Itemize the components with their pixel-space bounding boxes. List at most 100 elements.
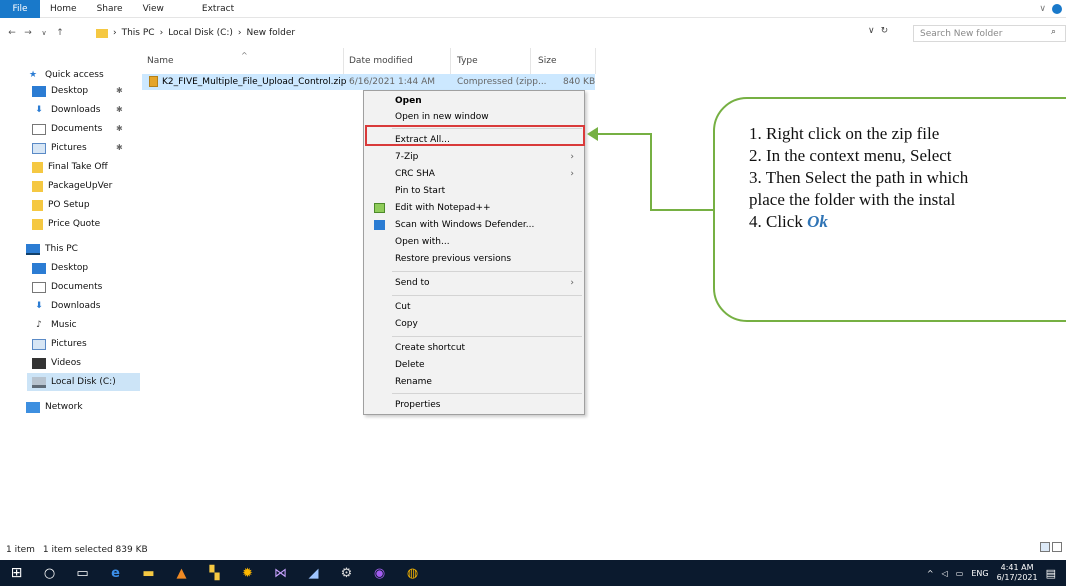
ribbon: File Home Share View Extract ∨ bbox=[0, 0, 1066, 18]
sidebar-item-network[interactable]: Network bbox=[26, 398, 83, 416]
menu-item-pin-start[interactable]: Pin to Start bbox=[364, 182, 584, 200]
language-indicator[interactable]: ENG bbox=[971, 569, 988, 578]
breadcrumb[interactable]: › This PC › Local Disk (C:) › New folder bbox=[92, 24, 900, 42]
menu-item-send-to[interactable]: Send to › bbox=[364, 274, 584, 292]
address-bar-row: ← → ∨ ↑ › This PC › Local Disk (C:) › Ne… bbox=[0, 24, 1066, 42]
menu-item-open-new-window[interactable]: Open in new window bbox=[364, 108, 584, 126]
breadcrumb-this-pc[interactable]: This PC bbox=[122, 28, 155, 38]
notifications-icon[interactable]: ▤ bbox=[1046, 567, 1056, 580]
sidebar-item-final-take-off[interactable]: Final Take Off bbox=[32, 158, 108, 176]
sidebar-item-pc-downloads[interactable]: ⬇ Downloads bbox=[32, 297, 100, 315]
sidebar-item-label: Final Take Off bbox=[48, 162, 108, 172]
pin-icon[interactable]: ✱ bbox=[116, 143, 123, 152]
address-dropdown-icon[interactable]: ∨ bbox=[868, 26, 875, 36]
tab-home[interactable]: Home bbox=[40, 4, 87, 14]
sidebar-item-pc-desktop[interactable]: Desktop bbox=[32, 259, 88, 277]
menu-item-restore-versions[interactable]: Restore previous versions bbox=[364, 250, 584, 268]
col-name[interactable]: Name bbox=[147, 56, 174, 72]
chevron-up-icon[interactable]: ^ bbox=[927, 569, 934, 578]
large-icons-view-icon[interactable] bbox=[1052, 542, 1062, 552]
menu-item-properties[interactable]: Properties bbox=[364, 396, 584, 414]
windows-start-icon[interactable]: ⊞ bbox=[0, 560, 33, 586]
network-tray-icon[interactable]: ▭ bbox=[956, 569, 964, 578]
column-divider[interactable] bbox=[450, 48, 451, 74]
sidebar-item-price-quote[interactable]: Price Quote bbox=[32, 215, 100, 233]
column-divider[interactable] bbox=[530, 48, 531, 74]
sidebar-item-local-disk[interactable]: Local Disk (C:) bbox=[27, 373, 140, 391]
sidebar-item-pc-pictures[interactable]: Pictures bbox=[32, 335, 87, 353]
forward-icon[interactable]: → bbox=[20, 28, 36, 38]
sidebar-item-pictures[interactable]: Pictures bbox=[32, 139, 87, 157]
annotation-line bbox=[597, 133, 651, 135]
sidebar-item-downloads[interactable]: ⬇ Downloads bbox=[32, 101, 100, 119]
breadcrumb-new-folder[interactable]: New folder bbox=[247, 28, 296, 38]
menu-item-edit-notepad[interactable]: Edit with Notepad++ bbox=[364, 199, 584, 217]
pin-icon[interactable]: ✱ bbox=[116, 124, 123, 133]
menu-item-crc-sha[interactable]: CRC SHA › bbox=[364, 165, 584, 183]
menu-item-cut[interactable]: Cut bbox=[364, 298, 584, 316]
callout-line-5: 4. Click Ok bbox=[749, 211, 1066, 233]
sidebar-item-label: Videos bbox=[51, 358, 81, 368]
sidebar-item-label: Network bbox=[45, 402, 83, 412]
file-tab[interactable]: File bbox=[0, 0, 40, 18]
paint-icon[interactable]: ▚ bbox=[198, 560, 231, 586]
file-explorer-icon[interactable]: ▬ bbox=[132, 560, 165, 586]
tab-view[interactable]: View bbox=[133, 4, 174, 14]
menu-separator bbox=[392, 393, 582, 394]
menu-item-copy[interactable]: Copy bbox=[364, 315, 584, 333]
breadcrumb-local-disk[interactable]: Local Disk (C:) bbox=[168, 28, 233, 38]
snipping-icon[interactable]: ◢ bbox=[297, 560, 330, 586]
chevron-down-icon[interactable]: ∨ bbox=[1039, 4, 1046, 14]
menu-item-scan-defender[interactable]: Scan with Windows Defender... bbox=[364, 216, 584, 234]
menu-item-create-shortcut[interactable]: Create shortcut bbox=[364, 339, 584, 357]
sidebar-item-documents[interactable]: Documents bbox=[32, 120, 102, 138]
details-view-icon[interactable] bbox=[1040, 542, 1050, 552]
help-icon[interactable] bbox=[1052, 4, 1062, 14]
col-type[interactable]: Type bbox=[457, 56, 478, 72]
menu-item-7zip[interactable]: 7-Zip › bbox=[364, 148, 584, 166]
sidebar-item-desktop[interactable]: Desktop bbox=[32, 82, 88, 100]
up-icon[interactable]: ↑ bbox=[52, 28, 68, 38]
task-view-icon[interactable]: ▭ bbox=[66, 560, 99, 586]
menu-item-delete[interactable]: Delete bbox=[364, 356, 584, 374]
search-icon[interactable]: ○ bbox=[33, 560, 66, 586]
internet-explorer-icon[interactable]: e bbox=[99, 560, 132, 586]
settings-gear-icon[interactable]: ✹ bbox=[231, 560, 264, 586]
volume-icon[interactable]: ◁ bbox=[942, 569, 948, 578]
file-row[interactable]: K2_FIVE_Multiple_File_Upload_Control.zip… bbox=[142, 74, 595, 90]
sidebar-item-this-pc[interactable]: This PC bbox=[26, 240, 78, 258]
document-icon bbox=[32, 123, 46, 135]
sidebar-item-videos[interactable]: Videos bbox=[32, 354, 81, 372]
pin-icon[interactable]: ✱ bbox=[116, 105, 123, 114]
sidebar-item-po-setup[interactable]: PO Setup bbox=[32, 196, 90, 214]
extract-all-highlight bbox=[365, 125, 585, 146]
sidebar-item-pc-documents[interactable]: Documents bbox=[32, 278, 102, 296]
column-divider[interactable] bbox=[595, 48, 596, 74]
folder-icon bbox=[32, 161, 43, 173]
sidebar-item-label: Desktop bbox=[51, 263, 89, 273]
chrome-icon[interactable]: ◍ bbox=[396, 560, 429, 586]
column-divider[interactable] bbox=[343, 48, 344, 74]
tab-share[interactable]: Share bbox=[87, 4, 133, 14]
tab-extract[interactable]: Extract bbox=[174, 4, 244, 14]
document-icon bbox=[32, 281, 46, 293]
annotation-line bbox=[650, 209, 714, 211]
col-date[interactable]: Date modified bbox=[349, 56, 413, 72]
back-icon[interactable]: ← bbox=[4, 28, 20, 38]
sidebar-item-packageupver[interactable]: PackageUpVer bbox=[32, 177, 112, 195]
gear-icon[interactable]: ⚙ bbox=[330, 560, 363, 586]
clock[interactable]: 4:41 AM 6/17/2021 bbox=[997, 563, 1038, 583]
menu-item-open-with[interactable]: Open with... bbox=[364, 233, 584, 251]
visual-studio-icon[interactable]: ⋈ bbox=[264, 560, 297, 586]
defender-icon bbox=[374, 220, 385, 230]
app-icon[interactable]: ◉ bbox=[363, 560, 396, 586]
col-size[interactable]: Size bbox=[538, 56, 556, 72]
menu-item-rename[interactable]: Rename bbox=[364, 373, 584, 391]
sidebar-item-music[interactable]: ♪ Music bbox=[32, 316, 76, 334]
sidebar-item-label: Price Quote bbox=[48, 219, 101, 229]
search-input[interactable]: Search New folder bbox=[913, 25, 1066, 42]
install-icon[interactable]: ▲ bbox=[165, 560, 198, 586]
pin-icon[interactable]: ✱ bbox=[116, 86, 123, 95]
refresh-icon[interactable]: ↻ bbox=[881, 26, 889, 36]
recent-chevron-icon[interactable]: ∨ bbox=[36, 29, 52, 37]
